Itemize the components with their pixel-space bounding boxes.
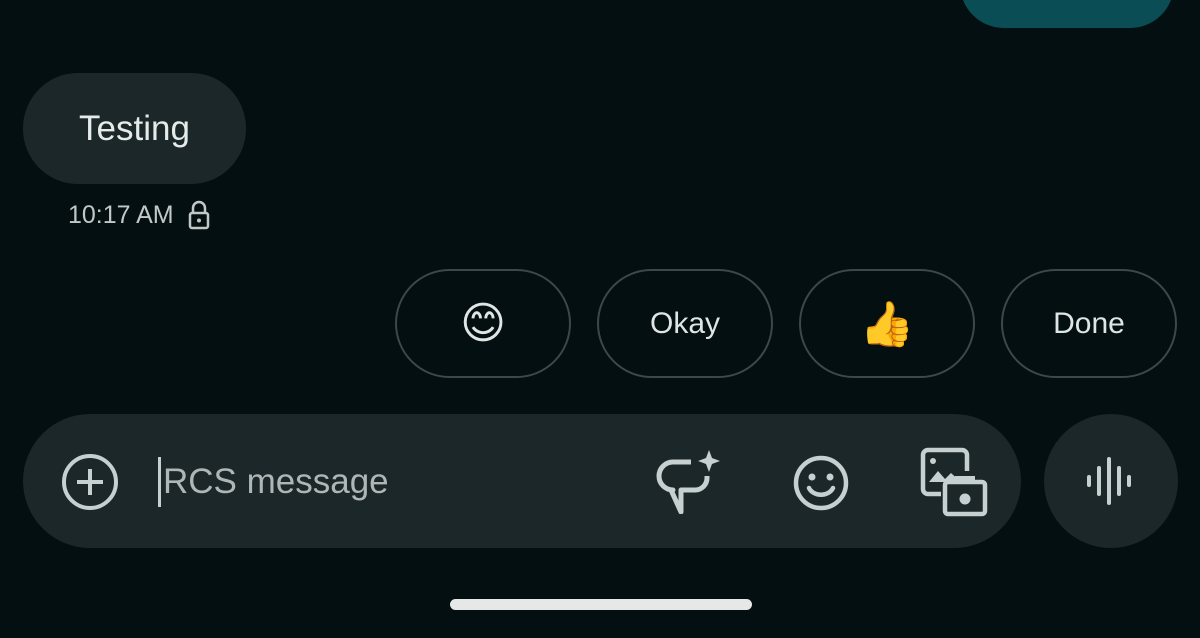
sparkle-chat-icon[interactable]	[652, 448, 724, 514]
sent-message-bubble[interactable]	[960, 0, 1174, 28]
plus-circle-icon[interactable]	[60, 452, 120, 512]
received-message-bubble[interactable]: Testing	[23, 73, 246, 184]
message-time: 10:17 AM	[68, 200, 174, 229]
suggestion-chip-smile[interactable]: 😊	[395, 269, 571, 378]
voice-message-button[interactable]	[1044, 414, 1178, 548]
voice-waveform-icon	[1087, 457, 1131, 505]
text-caret	[158, 457, 161, 507]
home-gesture-bar[interactable]	[450, 599, 752, 610]
lock-icon	[188, 200, 209, 230]
emoji-icon[interactable]	[791, 453, 851, 513]
message-input[interactable]: RCS message	[158, 457, 389, 507]
gallery-camera-icon[interactable]	[919, 446, 989, 518]
message-text: Testing	[79, 108, 190, 148]
suggestion-chip-done[interactable]: Done	[1001, 269, 1177, 378]
suggestion-chip-okay[interactable]: Okay	[597, 269, 773, 378]
suggestion-chip-thumbs-up[interactable]: 👍	[799, 269, 975, 378]
message-meta: 10:17 AM	[68, 200, 210, 230]
